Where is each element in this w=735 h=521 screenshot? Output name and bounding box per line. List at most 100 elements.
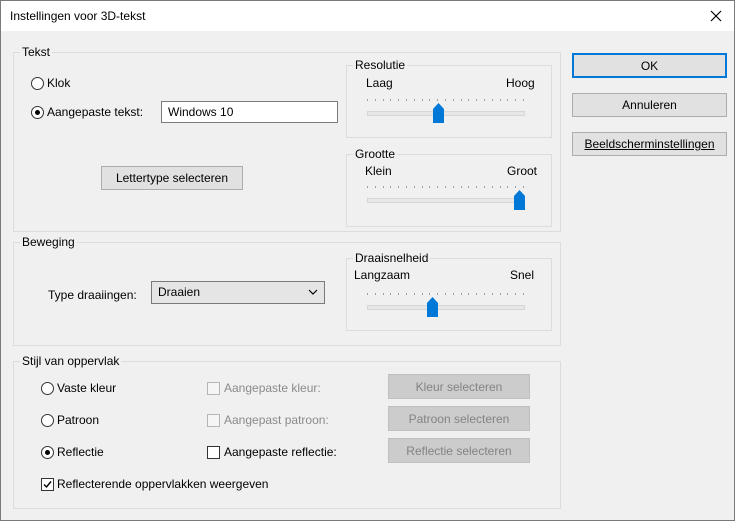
slider-tick (414, 186, 415, 188)
slider-tick (375, 186, 376, 188)
slider-tick (453, 99, 454, 101)
slider-tick (500, 99, 501, 101)
slider-tick (515, 186, 516, 188)
rotation-type-select[interactable]: Draaien (151, 281, 325, 304)
dialog-window: Instellingen voor 3D-tekst Tekst Klok Aa… (0, 0, 735, 521)
slider-thumb-icon[interactable] (433, 103, 444, 123)
slider-tick (500, 293, 501, 295)
slider-tick (492, 186, 493, 188)
pattern-select-button[interactable]: Patroon selecteren (388, 406, 530, 431)
slider-tick (390, 99, 391, 101)
group-label-size: Grootte (353, 147, 398, 161)
slider-tick (492, 293, 493, 295)
slider-thumb-icon[interactable] (514, 190, 525, 210)
slider-tick (429, 99, 430, 101)
slider-tick (445, 293, 446, 295)
checkbox-custom-color[interactable] (207, 382, 220, 395)
checkbox-custom-pattern[interactable] (207, 414, 220, 427)
radio-reflection[interactable] (41, 446, 54, 459)
checkbox-custom-pattern-label: Aangepast patroon: (224, 413, 329, 427)
slider-tick (461, 186, 462, 188)
radio-pattern[interactable] (41, 414, 54, 427)
slider-tick (453, 293, 454, 295)
slider-tick (523, 186, 524, 188)
slider-tick (468, 293, 469, 295)
slider-tick (383, 186, 384, 188)
slider-tick (523, 99, 524, 101)
ok-button-label: OK (640, 58, 659, 73)
custom-text-input[interactable] (161, 101, 338, 123)
slider-tick (484, 293, 485, 295)
radio-clock-label: Klok (47, 76, 71, 90)
radio-custom-text-label: Aangepaste tekst: (47, 105, 144, 119)
ok-button[interactable]: OK (572, 53, 727, 78)
chevron-down-icon (308, 289, 318, 295)
slider-track[interactable] (367, 111, 525, 116)
slider-tick (367, 99, 368, 101)
slider-tick (476, 186, 477, 188)
reflection-select-button-label: Reflectie selecteren (406, 443, 512, 458)
group-label-resolution: Resolutie (353, 58, 408, 72)
slider-tick (398, 99, 399, 101)
slider-tick (390, 186, 391, 188)
slider-tick (390, 293, 391, 295)
font-select-button[interactable]: Lettertype selecteren (101, 166, 243, 190)
slider-tick (484, 186, 485, 188)
checkbox-show-reflective[interactable] (41, 478, 54, 491)
resolution-max-label: Hoog (506, 76, 535, 90)
slider-tick (484, 99, 485, 101)
checkbox-custom-color-label: Aangepaste kleur: (224, 381, 321, 395)
slider-tick (414, 99, 415, 101)
resolution-slider[interactable] (367, 97, 525, 127)
slider-tick (445, 186, 446, 188)
radio-reflection-label: Reflectie (57, 445, 104, 459)
slider-tick (375, 293, 376, 295)
slider-tick (429, 293, 430, 295)
reflection-select-button[interactable]: Reflectie selecteren (388, 438, 530, 463)
radio-custom-text[interactable] (31, 106, 44, 119)
slider-tick (429, 186, 430, 188)
display-settings-button-label: Beeldscherminstellingen (584, 137, 715, 151)
slider-tick (367, 186, 368, 188)
radio-pattern-label: Patroon (57, 413, 100, 427)
slider-tick (507, 99, 508, 101)
slider-tick (406, 99, 407, 101)
slider-tick (476, 99, 477, 101)
slider-tick (406, 186, 407, 188)
slider-tick (453, 186, 454, 188)
close-icon (710, 10, 722, 22)
slider-tick (507, 293, 508, 295)
slider-tick (515, 293, 516, 295)
radio-clock[interactable] (31, 77, 44, 90)
speed-max-label: Snel (510, 268, 535, 282)
slider-tick (500, 186, 501, 188)
slider-tick (461, 293, 462, 295)
slider-track[interactable] (367, 305, 525, 310)
radio-solid-color[interactable] (41, 382, 54, 395)
slider-tick (515, 99, 516, 101)
cancel-button[interactable]: Annuleren (572, 93, 727, 117)
checkbox-custom-reflection[interactable] (207, 446, 220, 459)
display-settings-button[interactable]: Beeldscherminstellingen (572, 132, 727, 156)
slider-tick (461, 99, 462, 101)
close-button[interactable] (702, 5, 730, 27)
radio-solid-color-label: Vaste kleur (57, 381, 117, 395)
checkmark-icon (43, 481, 52, 489)
size-slider[interactable] (367, 184, 525, 214)
slider-tick (383, 293, 384, 295)
slider-thumb-icon[interactable] (427, 297, 438, 317)
slider-tick (422, 99, 423, 101)
slider-track[interactable] (367, 198, 525, 203)
slider-tick (468, 99, 469, 101)
slider-tick (398, 293, 399, 295)
size-min-label: Klein (365, 164, 392, 178)
group-label-beweging: Beweging (20, 235, 77, 249)
rotation-speed-slider[interactable] (367, 291, 525, 321)
rotation-type-value: Draaien (158, 285, 201, 299)
rotation-type-label: Type draaiingen: (48, 288, 137, 302)
slider-tick (445, 99, 446, 101)
speed-min-label: Langzaam (354, 268, 411, 282)
color-select-button[interactable]: Kleur selecteren (388, 374, 530, 399)
window-title: Instellingen voor 3D-tekst (10, 9, 146, 23)
checkbox-custom-reflection-label: Aangepaste reflectie: (224, 445, 337, 459)
